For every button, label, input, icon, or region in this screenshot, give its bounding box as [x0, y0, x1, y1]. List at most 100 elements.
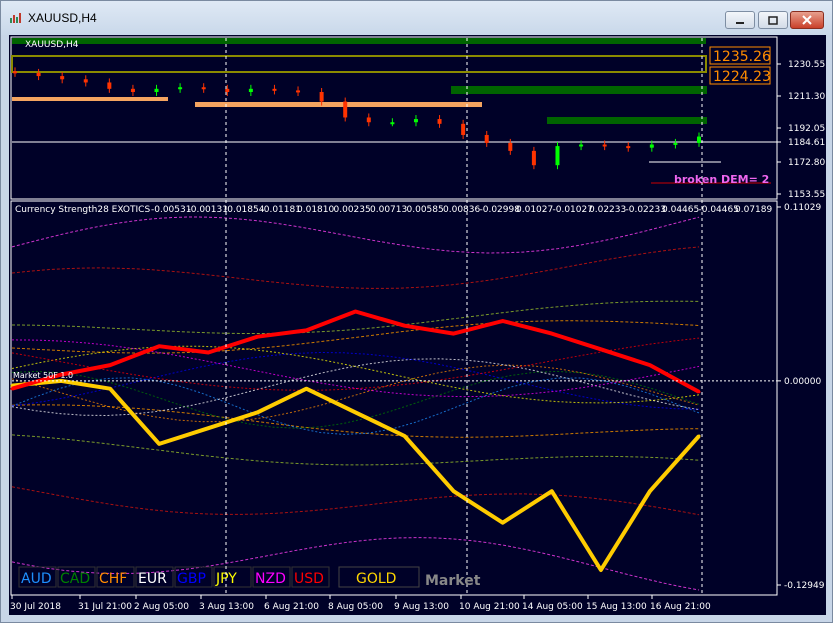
time-tick-label: 2 Aug 05:00	[134, 602, 189, 612]
legend-usd: USD	[294, 571, 324, 587]
candle-body	[83, 79, 88, 83]
header-value: -0.04465	[699, 205, 739, 215]
series-point-gold	[501, 521, 505, 525]
series-point-usd	[206, 350, 210, 354]
header-value: 0.01027	[516, 205, 553, 215]
maximize-button[interactable]	[758, 11, 788, 29]
candle-body	[201, 87, 206, 90]
series-point-usd	[648, 363, 652, 367]
legend-chf: CHF	[99, 571, 127, 587]
band-magenta-upper	[11, 216, 700, 254]
series-point-gold	[108, 387, 112, 391]
supply-zone-top	[12, 38, 706, 44]
band-green-upper	[11, 300, 700, 334]
chart-canvas[interactable]: -0.00531-0.00131-0.01854-0.011810.01810 0…	[9, 35, 826, 615]
series-point-gold	[304, 387, 308, 391]
candle-body	[225, 88, 230, 93]
candle-body	[36, 72, 41, 77]
header-value: 0.00713	[370, 205, 407, 215]
series-point-gold	[157, 442, 161, 446]
candle-body	[343, 101, 348, 118]
minimize-icon	[736, 22, 744, 24]
level-box-label: 1235.26	[713, 49, 771, 65]
series-point-usd	[10, 387, 14, 391]
indicator-pane-frame	[10, 200, 778, 596]
candle-body	[649, 144, 654, 148]
price-tick-label: 1172.80	[788, 158, 825, 168]
series-point-gold	[599, 568, 603, 572]
header-value: -0.01181	[261, 205, 301, 215]
price-tick-label: 1230.55	[788, 60, 825, 70]
price-tick-label: 1153.55	[788, 190, 825, 200]
series-point-usd	[157, 344, 161, 348]
legend-aud: AUD	[21, 571, 52, 587]
axes: 1230.55 1211.30 1192.05 1184.61 1172.80 1153.…	[10, 38, 825, 612]
symbol-label: XAUUSD,H4	[25, 40, 79, 50]
time-tick-label: 15 Aug 13:00	[586, 602, 647, 612]
candle-body	[579, 144, 584, 147]
chart-plot-area[interactable]: -0.00531 -0.00131 -0.01854 -0.01181 0.01810 0…	[9, 35, 826, 615]
candle-body	[60, 76, 65, 80]
band-orange-lower	[11, 404, 700, 438]
legend-eur: EUR	[138, 571, 167, 587]
candle-body	[154, 88, 159, 93]
candle-body	[319, 92, 324, 102]
strength-tick-label: -0.12949	[784, 581, 825, 591]
market-label[interactable]: Market	[425, 573, 481, 589]
series-point-usd	[108, 363, 112, 367]
band-green-lower	[11, 434, 700, 466]
time-tick-label: 9 Aug 13:00	[394, 602, 449, 612]
series-point-gold	[452, 489, 456, 493]
legend-cad: CAD	[60, 571, 90, 587]
series-point-usd	[452, 332, 456, 336]
series-point-usd	[354, 310, 357, 314]
candle-body	[366, 117, 371, 123]
header-value: 0.07189	[735, 205, 772, 215]
series-point-usd	[255, 335, 259, 339]
candle-body	[272, 88, 277, 91]
level-box-label: 1224.23	[713, 69, 771, 85]
demand-zone-center	[195, 102, 482, 107]
time-tick-label: 8 Aug 05:00	[328, 602, 383, 612]
candle-body	[413, 119, 418, 123]
series-point-gold	[550, 489, 554, 493]
header-value: 0.00836	[443, 205, 480, 215]
header-value: -0.00531	[151, 205, 191, 215]
header-value: -0.01854	[224, 205, 265, 215]
time-tick-label: 16 Aug 21:00	[650, 602, 711, 612]
candle-body	[697, 136, 701, 143]
candle-body	[390, 122, 395, 125]
legend-nzd: NZD	[255, 571, 286, 587]
close-icon	[802, 15, 812, 25]
header-value: -0.02233	[626, 205, 666, 215]
candle-body	[602, 144, 607, 147]
series-point-gold	[697, 434, 701, 438]
price-tick-label: 1211.30	[788, 92, 825, 102]
series-point-gold	[648, 489, 652, 493]
header-value: 0.00235	[334, 205, 371, 215]
series-point-gold	[255, 410, 259, 414]
indicator-header: Currency Strength28 EXOTICS	[15, 205, 150, 215]
header-value: 0.04465	[662, 205, 699, 215]
candle-body	[461, 123, 466, 135]
corner-label: Market 50F 1.0	[13, 371, 73, 380]
header-value: 0.00585	[407, 205, 444, 215]
title-bar[interactable]: XAUUSD,H4	[1, 1, 832, 35]
time-tick-label: 14 Aug 05:00	[522, 602, 583, 612]
minimize-button[interactable]	[725, 11, 755, 29]
header-value: -0.01027	[553, 205, 593, 215]
candle-body	[484, 134, 489, 143]
series-point-usd	[304, 328, 308, 332]
chart-window-icon	[10, 13, 21, 23]
header-value: 0.01810	[297, 205, 334, 215]
main-price-pane	[11, 38, 777, 184]
candle-body	[130, 88, 135, 93]
close-button[interactable]	[790, 11, 824, 29]
series-point-usd	[550, 332, 554, 336]
candle-body	[437, 119, 442, 124]
header-value: -0.00131	[188, 205, 228, 215]
candle-body	[178, 87, 183, 90]
candle-body	[673, 142, 678, 145]
supply-zone-low	[547, 117, 707, 124]
strength-tick-label: 0.00000	[784, 377, 821, 387]
